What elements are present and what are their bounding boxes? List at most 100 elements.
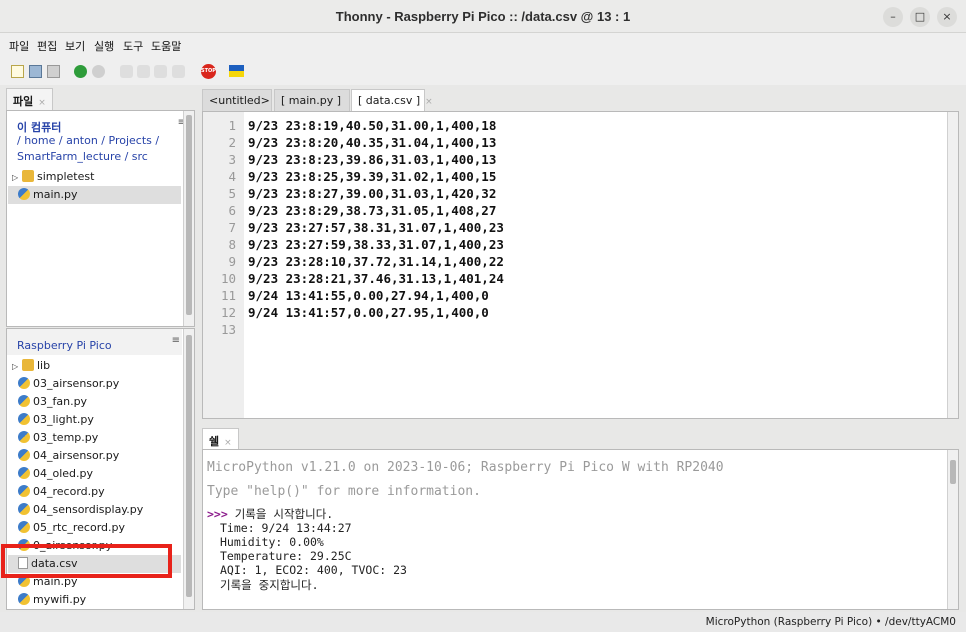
code-line[interactable]: 9/23 23:27:59,38.33,31.07,1,400,23 xyxy=(248,237,504,252)
step-into-icon[interactable] xyxy=(137,65,150,78)
list-item[interactable]: mywifi.py xyxy=(8,591,181,609)
line-number: 1 xyxy=(228,118,236,133)
line-number: 9 xyxy=(228,254,236,269)
list-item[interactable]: 04_sensordisplay.py xyxy=(8,501,181,519)
list-item[interactable]: main.py xyxy=(8,186,181,204)
pico-title[interactable]: Raspberry Pi Pico xyxy=(17,339,112,352)
step-over-icon[interactable] xyxy=(120,65,133,78)
python-file-icon xyxy=(18,188,30,200)
code-line[interactable]: 9/23 23:8:19,40.50,31.00,1,400,18 xyxy=(248,118,496,133)
list-item[interactable]: 05_rtc_record.py xyxy=(8,519,181,537)
python-file-icon xyxy=(18,485,30,497)
close-icon[interactable]: × xyxy=(425,97,433,107)
close-button[interactable]: × xyxy=(937,7,957,27)
menu-tools[interactable]: 도구 xyxy=(123,38,143,54)
code-line[interactable]: 9/23 23:28:10,37.72,31.14,1,400,22 xyxy=(248,254,504,269)
code-line[interactable]: 9/23 23:27:57,38.31,31.07,1,400,23 xyxy=(248,220,504,235)
stop-icon[interactable]: STOP xyxy=(201,64,216,79)
menu-edit[interactable]: 편집 xyxy=(37,38,57,54)
close-icon[interactable]: × xyxy=(38,98,46,108)
list-item[interactable]: ▷ simpletest xyxy=(8,168,181,186)
save-file-icon[interactable] xyxy=(47,65,60,78)
python-file-icon xyxy=(18,449,30,461)
highlight-box xyxy=(1,544,172,578)
code-line[interactable]: 9/23 23:28:21,37.46,31.13,1,401,24 xyxy=(248,271,504,286)
editor-scrollbar[interactable] xyxy=(947,112,958,418)
list-item[interactable]: 04_record.py xyxy=(8,483,181,501)
tab-shell[interactable]: 쉘 × xyxy=(202,428,239,449)
code-line[interactable]: 9/23 23:8:29,38.73,31.05,1,408,27 xyxy=(248,203,496,218)
expand-arrow-icon[interactable]: ▷ xyxy=(12,358,22,376)
code-editor[interactable]: 1 2 3 4 5 6 7 8 9 10 11 12 13 9/23 23:8:… xyxy=(202,111,959,419)
close-icon[interactable]: × xyxy=(224,438,232,448)
line-number: 5 xyxy=(228,186,236,201)
shell-output: AQI: 1, ECO2: 400, TVOC: 23 xyxy=(220,563,407,577)
code-line[interactable]: 9/24 13:41:55,0.00,27.94,1,400,0 xyxy=(248,288,489,303)
scroll-thumb[interactable] xyxy=(950,460,956,484)
line-number: 2 xyxy=(228,135,236,150)
line-number: 11 xyxy=(220,288,236,303)
python-file-icon xyxy=(18,467,30,479)
tab-main-py[interactable]: [ main.py ] xyxy=(274,89,350,111)
title-bar: Thonny - Raspberry Pi Pico :: /data.csv … xyxy=(0,0,966,33)
line-number: 7 xyxy=(228,220,236,235)
shell-prompt-line: >>> 기록을 시작합니다. xyxy=(207,506,333,522)
window-title: Thonny - Raspberry Pi Pico :: /data.csv … xyxy=(335,9,631,24)
step-out-icon[interactable] xyxy=(154,65,167,78)
menu-help[interactable]: 도움말 xyxy=(151,38,181,54)
code-line[interactable]: 9/24 13:41:57,0.00,27.95,1,400,0 xyxy=(248,305,489,320)
scroll-thumb[interactable] xyxy=(186,335,192,597)
code-line[interactable]: 9/23 23:8:23,39.86,31.03,1,400,13 xyxy=(248,152,496,167)
list-item[interactable]: 03_temp.py xyxy=(8,429,181,447)
local-path-line-2[interactable]: SmartFarm_lecture / src xyxy=(17,150,148,163)
local-path-line-1[interactable]: / home / anton / Projects / xyxy=(17,134,159,147)
shell-output: Humidity: 0.00% xyxy=(220,535,324,549)
list-item[interactable]: ▷ lib xyxy=(8,357,181,375)
resume-icon[interactable] xyxy=(172,65,185,78)
scroll-thumb[interactable] xyxy=(186,115,192,315)
shell-output: 기록을 중지합니다. xyxy=(220,578,319,592)
shell-scrollbar[interactable] xyxy=(947,450,958,609)
code-line[interactable]: 9/23 23:8:20,40.35,31.04,1,400,13 xyxy=(248,135,496,150)
menu-file[interactable]: 파일 xyxy=(9,38,29,54)
status-bar: MicroPython (Raspberry Pi Pico) • /dev/t… xyxy=(0,612,966,632)
local-files-panel: 이 컴퓨터 ≡ / home / anton / Projects / Smar… xyxy=(6,110,195,327)
ukraine-flag-icon[interactable] xyxy=(229,65,244,77)
list-item[interactable]: 03_fan.py xyxy=(8,393,181,411)
expand-arrow-icon[interactable]: ▷ xyxy=(12,169,22,187)
pico-menu-icon[interactable]: ≡ xyxy=(172,335,180,346)
shell-banner: MicroPython v1.21.0 on 2023-10-06; Raspb… xyxy=(207,460,724,475)
this-computer-title: 이 컴퓨터 xyxy=(17,121,62,134)
menu-view[interactable]: 보기 xyxy=(65,38,85,54)
code-line[interactable]: 9/23 23:8:25,39.39,31.02,1,400,15 xyxy=(248,169,496,184)
interpreter-status[interactable]: MicroPython (Raspberry Pi Pico) • /dev/t… xyxy=(706,616,956,628)
menu-run[interactable]: 실행 xyxy=(94,38,114,54)
open-file-icon[interactable] xyxy=(29,65,42,78)
shell-command: 기록을 시작합니다. xyxy=(234,507,334,521)
list-item[interactable]: 03_light.py xyxy=(8,411,181,429)
python-file-icon xyxy=(18,431,30,443)
debug-icon[interactable] xyxy=(92,65,105,78)
tab-data-csv-label: [ data.csv ] xyxy=(358,94,421,107)
local-scrollbar[interactable] xyxy=(183,111,194,326)
list-item[interactable]: 04_oled.py xyxy=(8,465,181,483)
tab-untitled[interactable]: <untitled> xyxy=(202,89,272,111)
menu-bar: 파일 편집 보기 실행 도구 도움말 xyxy=(0,33,966,57)
code-line[interactable]: 9/23 23:8:27,39.00,31.03,1,420,32 xyxy=(248,186,496,201)
list-item[interactable]: 04_airsensor.py xyxy=(8,447,181,465)
pico-scrollbar[interactable] xyxy=(183,329,194,609)
list-item[interactable]: 03_airsensor.py xyxy=(8,375,181,393)
line-number: 10 xyxy=(220,271,236,286)
shell-console[interactable]: MicroPython v1.21.0 on 2023-10-06; Raspb… xyxy=(202,449,959,610)
maximize-button[interactable]: □ xyxy=(910,7,930,27)
new-file-icon[interactable] xyxy=(11,65,24,78)
minimize-button[interactable]: – xyxy=(883,7,903,27)
tab-data-csv[interactable]: [ data.csv ] × xyxy=(351,89,433,112)
line-number: 8 xyxy=(228,237,236,252)
tab-files[interactable]: 파일 × xyxy=(6,88,53,110)
python-file-icon xyxy=(18,395,30,407)
tab-files-label: 파일 xyxy=(13,95,34,108)
python-file-icon xyxy=(18,503,30,515)
python-file-icon xyxy=(18,413,30,425)
run-icon[interactable] xyxy=(74,65,87,78)
